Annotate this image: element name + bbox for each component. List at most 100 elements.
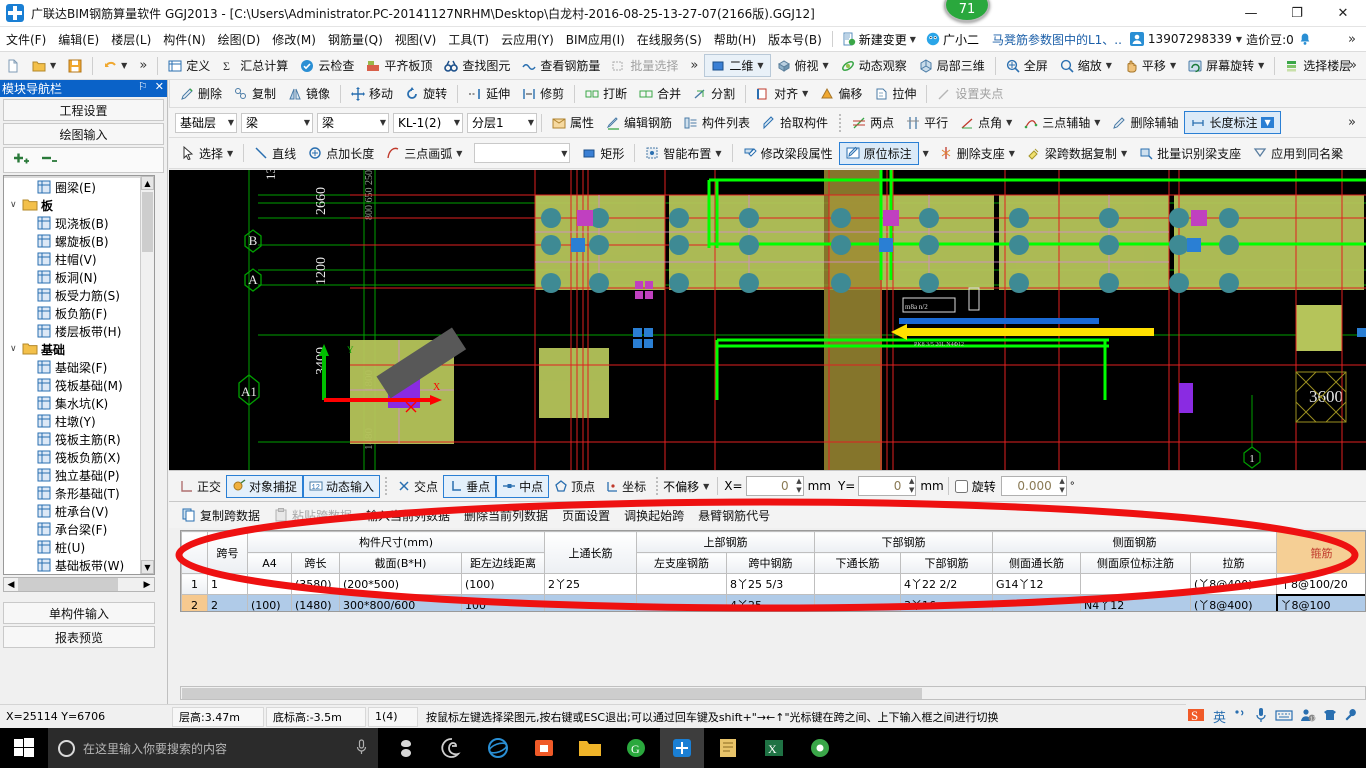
chevron-down-icon[interactable]: ▼ bbox=[50, 61, 56, 70]
gh-span-no[interactable]: 跨号 bbox=[207, 531, 248, 574]
sogou-icon[interactable]: S bbox=[1186, 705, 1206, 728]
tree-item-5[interactable]: 柱帽(V) bbox=[4, 250, 142, 268]
tree-item-8[interactable]: 板负筋(F) bbox=[4, 304, 142, 322]
menu-modify[interactable]: 修改(M) bbox=[266, 28, 322, 51]
scroll-thumb-h[interactable] bbox=[182, 688, 922, 699]
chevron-down-icon[interactable]: ▼ bbox=[1261, 117, 1274, 128]
mic-icon[interactable] bbox=[1254, 707, 1268, 726]
scroll-right-arrow[interactable]: ▶ bbox=[140, 578, 154, 591]
tree-item-21[interactable]: 桩(U) bbox=[4, 538, 142, 556]
tree-expander-icon[interactable]: ∨ bbox=[10, 344, 22, 354]
chevron-down-icon[interactable]: ▼ bbox=[802, 89, 808, 98]
split-button[interactable]: 分割 bbox=[687, 83, 741, 104]
chevron-down-icon[interactable]: ▼ bbox=[380, 118, 386, 127]
spinner-icon[interactable]: ▲ ▼ bbox=[909, 477, 914, 495]
chevron-down-icon[interactable]: ▼ bbox=[1106, 61, 1112, 70]
edit-beamseg-button[interactable]: 修改梁段属性 bbox=[737, 143, 839, 164]
cell-a4[interactable]: (100) bbox=[247, 594, 292, 611]
tree-item-12[interactable]: 筏板基础(M) bbox=[4, 376, 142, 394]
folder-button[interactable] bbox=[568, 728, 612, 768]
tree-item-19[interactable]: 桩承台(V) bbox=[4, 502, 142, 520]
cloud-check-button[interactable]: 云检查 bbox=[294, 55, 360, 76]
cell-dist-left[interactable]: (100) bbox=[460, 573, 546, 595]
view-2d-button[interactable]: 二维 ▼ bbox=[704, 54, 771, 77]
tree-item-6[interactable]: 板洞(N) bbox=[4, 268, 142, 286]
snap-midpoint[interactable]: 中点 bbox=[496, 474, 550, 498]
parallel-button[interactable]: 平行 bbox=[900, 112, 954, 133]
chevron-down-icon[interactable]: ▼ bbox=[1006, 118, 1012, 127]
start-button[interactable] bbox=[0, 728, 48, 768]
chevron-down-icon[interactable]: ▼ bbox=[823, 61, 829, 70]
x-input[interactable]: 0 ▲ ▼ bbox=[745, 476, 804, 496]
extend-button[interactable]: 延伸 bbox=[462, 83, 516, 104]
account-area[interactable]: 13907298339 ▼ 造价豆:0 bbox=[1129, 31, 1312, 48]
align-slab-button[interactable]: 平齐板顶 bbox=[360, 55, 438, 76]
find-element-button[interactable]: 查找图元 bbox=[438, 55, 516, 76]
ortho-toggle[interactable]: 正交 bbox=[175, 476, 226, 497]
close-button[interactable]: ✕ bbox=[1320, 0, 1366, 27]
cell-bottom-through[interactable] bbox=[814, 594, 902, 611]
select-tool-button[interactable]: 选择 ▼ bbox=[175, 143, 239, 164]
three-point-axis-button[interactable]: 三点辅轴 ▼ bbox=[1018, 112, 1106, 133]
menu-bim[interactable]: BIM应用(I) bbox=[560, 28, 631, 51]
cell-bottom-through[interactable] bbox=[814, 573, 902, 595]
gh-top-through[interactable]: 上通长筋 bbox=[544, 531, 638, 574]
menu-rebar[interactable]: 钢筋量(Q) bbox=[322, 28, 389, 51]
scroll-down-arrow[interactable]: ▼ bbox=[141, 560, 154, 574]
cell-left-support[interactable] bbox=[636, 594, 728, 611]
sh-span-len[interactable]: 跨长 bbox=[291, 552, 340, 574]
menu-edit[interactable]: 编辑(E) bbox=[52, 28, 105, 51]
row-header[interactable]: 2 bbox=[181, 594, 208, 611]
sh-side-through[interactable]: 侧面通长筋 bbox=[992, 552, 1082, 574]
sh-bottom-through[interactable]: 下通长筋 bbox=[814, 552, 902, 574]
y-input[interactable]: 0 ▲ ▼ bbox=[858, 476, 917, 496]
menu-cloud[interactable]: 云应用(Y) bbox=[495, 28, 560, 51]
toolbar-overflow-left[interactable]: » bbox=[133, 58, 153, 73]
define-button[interactable]: 定义 bbox=[162, 55, 216, 76]
member-select[interactable]: KL-1(2) ▼ bbox=[393, 112, 463, 133]
cell-tie[interactable]: (丫8@400) bbox=[1190, 594, 1278, 611]
chevron-down-icon[interactable]: ▼ bbox=[561, 149, 567, 158]
topview-button[interactable]: 俯视 ▼ bbox=[771, 55, 835, 76]
cell-section[interactable]: (200*500) bbox=[339, 573, 462, 595]
swap-start-span-button[interactable]: 调换起始跨 bbox=[617, 505, 691, 526]
gh-top-rebar[interactable]: 上部钢筋 bbox=[636, 531, 816, 553]
notification-badge[interactable]: 71 bbox=[944, 0, 990, 22]
delete-support-button[interactable]: 删除支座 ▼ bbox=[933, 143, 1021, 164]
cell-span-len[interactable]: (1480) bbox=[291, 594, 340, 611]
delete-col-data-button[interactable]: 删除当前列数据 bbox=[457, 505, 555, 526]
drawing-canvas[interactable]: B A A1 1 136 2660 1200 3400 800 650 250 … bbox=[169, 170, 1366, 470]
tree-vertical-scrollbar[interactable]: ▲ ▼ bbox=[140, 176, 154, 574]
cell-bottom-rebar[interactable]: 3丫16 bbox=[900, 594, 994, 611]
tree-item-4[interactable]: 螺旋板(B) bbox=[4, 232, 142, 250]
tree-item-13[interactable]: 集水坑(K) bbox=[4, 394, 142, 412]
edit-rebar-button[interactable]: 编辑钢筋 bbox=[600, 112, 678, 133]
snap-vertex[interactable]: 顶点 bbox=[549, 476, 600, 497]
category-select[interactable]: 梁 ▼ bbox=[241, 112, 313, 133]
maximize-button[interactable]: ❐ bbox=[1274, 0, 1320, 27]
menu-tools[interactable]: 工具(T) bbox=[442, 28, 495, 51]
break-button[interactable]: 打断 bbox=[579, 83, 633, 104]
sh-tie[interactable]: 拉筋 bbox=[1190, 552, 1278, 574]
zoom-button[interactable]: 缩放 ▼ bbox=[1054, 55, 1118, 76]
chevron-down-icon[interactable]: ▼ bbox=[1094, 118, 1100, 127]
menu-version[interactable]: 版本号(B) bbox=[762, 28, 828, 51]
component-list-button[interactable]: 构件列表 bbox=[678, 112, 756, 133]
keyboard-icon[interactable] bbox=[1275, 708, 1293, 725]
tree-item-10[interactable]: ∨ 基础 bbox=[4, 340, 142, 358]
point-angle-button[interactable]: 点角 ▼ bbox=[954, 112, 1018, 133]
taskbar-search[interactable]: 在这里输入你要搜索的内容 bbox=[48, 728, 378, 768]
rotate-button[interactable]: 旋转 bbox=[399, 83, 453, 104]
menu-draw[interactable]: 绘图(D) bbox=[212, 28, 267, 51]
sh-mid-rebar[interactable]: 跨中钢筋 bbox=[726, 552, 816, 574]
menu-file[interactable]: 文件(F) bbox=[0, 28, 52, 51]
bell-icon[interactable] bbox=[1298, 32, 1312, 46]
scroll-up-arrow[interactable]: ▲ bbox=[141, 176, 154, 190]
length-dim-button[interactable]: 长度标注 ▼ bbox=[1184, 111, 1281, 134]
cell-span-no[interactable]: 2 bbox=[207, 594, 248, 611]
promo-link[interactable]: 马凳筋参数图中的L1、.. bbox=[984, 31, 1130, 48]
sh-section[interactable]: 截面(B*H) bbox=[339, 552, 462, 574]
copy-span-data-button[interactable]: 复制跨数据 bbox=[175, 505, 267, 526]
tree-item-7[interactable]: 板受力筋(S) bbox=[4, 286, 142, 304]
screen-rotate-button[interactable]: 屏幕旋转 ▼ bbox=[1182, 55, 1270, 76]
